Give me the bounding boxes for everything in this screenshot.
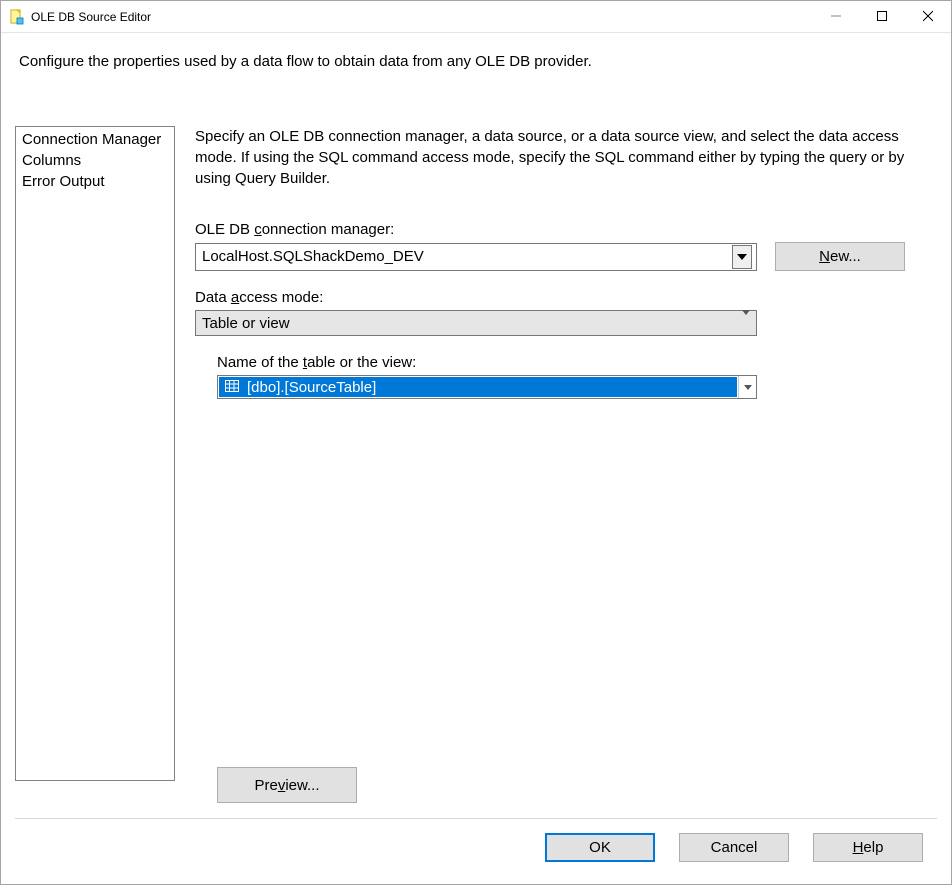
app-icon [9, 9, 25, 25]
cancel-button[interactable]: Cancel [679, 833, 789, 862]
connection-manager-label: OLE DB connection manager: [195, 221, 937, 238]
sidebar-item-columns[interactable]: Columns [16, 150, 174, 171]
footer-buttons: OK Cancel Help [15, 833, 937, 876]
minimize-button[interactable] [813, 1, 859, 31]
sidebar-item-error-output[interactable]: Error Output [16, 171, 174, 192]
right-pane: Specify an OLE DB connection manager, a … [195, 126, 937, 806]
connection-manager-row: LocalHost.SQLShackDemo_DEV New... [195, 242, 937, 271]
table-section: Name of the table or the view: [217, 354, 937, 399]
maximize-button[interactable] [859, 1, 905, 31]
dropdown-icon[interactable] [738, 376, 756, 398]
titlebar: OLE DB Source Editor [1, 1, 951, 33]
connection-manager-combo[interactable]: LocalHost.SQLShackDemo_DEV [195, 243, 757, 271]
new-button[interactable]: New... [775, 242, 905, 271]
side-navigation: Connection Manager Columns Error Output [15, 126, 175, 781]
connection-manager-value: LocalHost.SQLShackDemo_DEV [202, 248, 732, 265]
label-post: onnection manager: [262, 221, 395, 238]
table-name-label: Name of the table or the view: [217, 354, 937, 371]
preview-button[interactable]: Preview... [217, 767, 357, 803]
help-button[interactable]: Help [813, 833, 923, 862]
dropdown-icon [742, 315, 750, 332]
label-ul: c [254, 221, 262, 238]
data-access-mode-label: Data access mode: [195, 289, 937, 306]
table-name-value: [dbo].[SourceTable] [247, 379, 376, 396]
sidebar-item-connection-manager[interactable]: Connection Manager [16, 129, 174, 150]
table-name-combo[interactable]: [dbo].[SourceTable] [217, 375, 757, 399]
main-row: Connection Manager Columns Error Output … [15, 126, 937, 806]
data-access-mode-value: Table or view [202, 315, 290, 332]
window-title: OLE DB Source Editor [31, 10, 813, 24]
separator [15, 818, 937, 819]
data-access-mode-combo[interactable]: Table or view [195, 310, 757, 336]
table-icon [225, 379, 239, 396]
table-name-selected: [dbo].[SourceTable] [219, 377, 737, 397]
content-area: Configure the properties used by a data … [1, 33, 951, 884]
label-pre: OLE DB [195, 221, 254, 238]
dropdown-icon[interactable] [732, 245, 752, 269]
dialog-window: OLE DB Source Editor Configure the prope… [0, 0, 952, 885]
window-controls [813, 1, 951, 32]
pane-description: Specify an OLE DB connection manager, a … [195, 126, 937, 189]
intro-text: Configure the properties used by a data … [19, 53, 933, 70]
ok-button[interactable]: OK [545, 833, 655, 862]
close-button[interactable] [905, 1, 951, 31]
